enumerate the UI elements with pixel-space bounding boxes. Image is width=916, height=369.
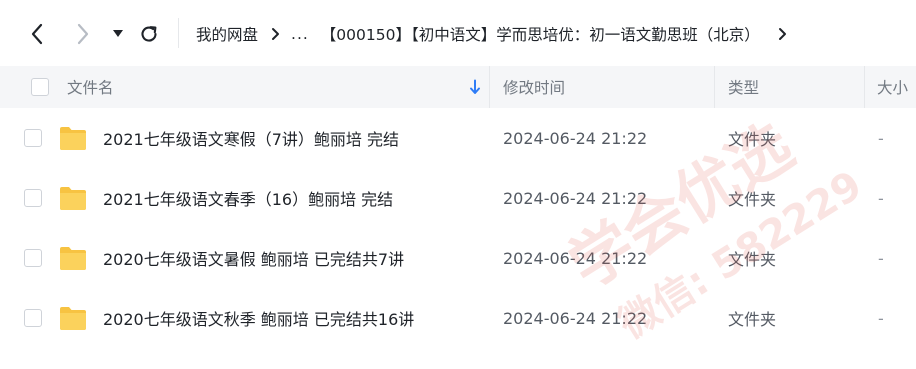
folder-icon [60,247,86,270]
file-size: - [878,248,884,268]
chevron-right-icon [778,28,786,40]
refresh-button[interactable] [136,19,162,49]
row-checkbox[interactable] [24,189,42,207]
select-all-checkbox[interactable] [31,78,49,96]
column-divider[interactable] [714,66,715,108]
file-name[interactable]: 2021七年级语文寒假（7讲）鲍丽培 完结 [103,108,399,168]
chevron-right-icon [77,23,89,45]
modified-time: 2024-06-24 21:22 [503,188,648,208]
table-header: 文件名 修改时间 类型 大小 [0,66,916,108]
column-header-modified[interactable]: 修改时间 [503,66,565,108]
file-type: 文件夹 [728,310,777,329]
file-size: - [878,128,884,148]
modified-time: 2024-06-24 21:22 [503,248,648,268]
row-checkbox[interactable] [24,309,42,327]
modified-time: 2024-06-24 21:22 [503,128,648,148]
breadcrumb-more-button[interactable] [778,27,787,41]
folder-icon [60,307,86,330]
back-button[interactable] [24,19,50,49]
column-divider[interactable] [864,66,865,108]
breadcrumb-ellipsis[interactable]: ... [291,25,309,43]
row-checkbox[interactable] [24,129,42,147]
table-row[interactable]: 2021七年级语文寒假（7讲）鲍丽培 完结 2024-06-24 21:22 文… [0,108,916,168]
toolbar: 我的网盘 ... 【000150】【初中语文】学而思培优：初一语文勤思班（北京） [0,0,916,66]
chevron-left-icon [31,23,43,45]
column-header-size[interactable]: 大小 [877,66,908,108]
file-type: 文件夹 [728,190,777,209]
column-divider[interactable] [489,66,490,108]
table-row[interactable]: 2020七年级语文秋季 鲍丽培 已完结共16讲 2024-06-24 21:22… [0,288,916,348]
arrow-down-icon [470,79,480,94]
file-name[interactable]: 2021七年级语文春季（16）鲍丽培 完结 [103,168,393,228]
sort-button[interactable] [469,66,481,108]
chevron-right-icon [271,27,280,41]
folder-icon [60,127,86,150]
column-header-type[interactable]: 类型 [728,66,759,108]
column-header-name[interactable]: 文件名 [67,66,114,108]
table-row[interactable]: 2020七年级语文暑假 鲍丽培 已完结共7讲 2024-06-24 21:22 … [0,228,916,288]
table-row[interactable]: 2021七年级语文春季（16）鲍丽培 完结 2024-06-24 21:22 文… [0,168,916,228]
folder-icon [60,187,86,210]
breadcrumb-item-root[interactable]: 我的网盘 [196,23,258,45]
history-dropdown-button[interactable] [110,19,126,49]
breadcrumb: 我的网盘 ... 【000150】【初中语文】学而思培优：初一语文勤思班（北京） [196,19,798,49]
file-name[interactable]: 2020七年级语文秋季 鲍丽培 已完结共16讲 [103,288,414,348]
caret-down-icon [113,30,123,37]
file-name[interactable]: 2020七年级语文暑假 鲍丽培 已完结共7讲 [103,228,404,288]
file-type: 文件夹 [728,250,777,269]
refresh-icon [141,26,157,42]
breadcrumb-item-current[interactable]: 【000150】【初中语文】学而思培优：初一语文勤思班（北京） [321,23,760,45]
file-size: - [878,308,884,328]
file-size: - [878,188,884,208]
modified-time: 2024-06-24 21:22 [503,308,648,328]
forward-button[interactable] [70,19,96,49]
file-type: 文件夹 [728,130,777,149]
toolbar-divider [178,18,179,48]
row-checkbox[interactable] [24,249,42,267]
